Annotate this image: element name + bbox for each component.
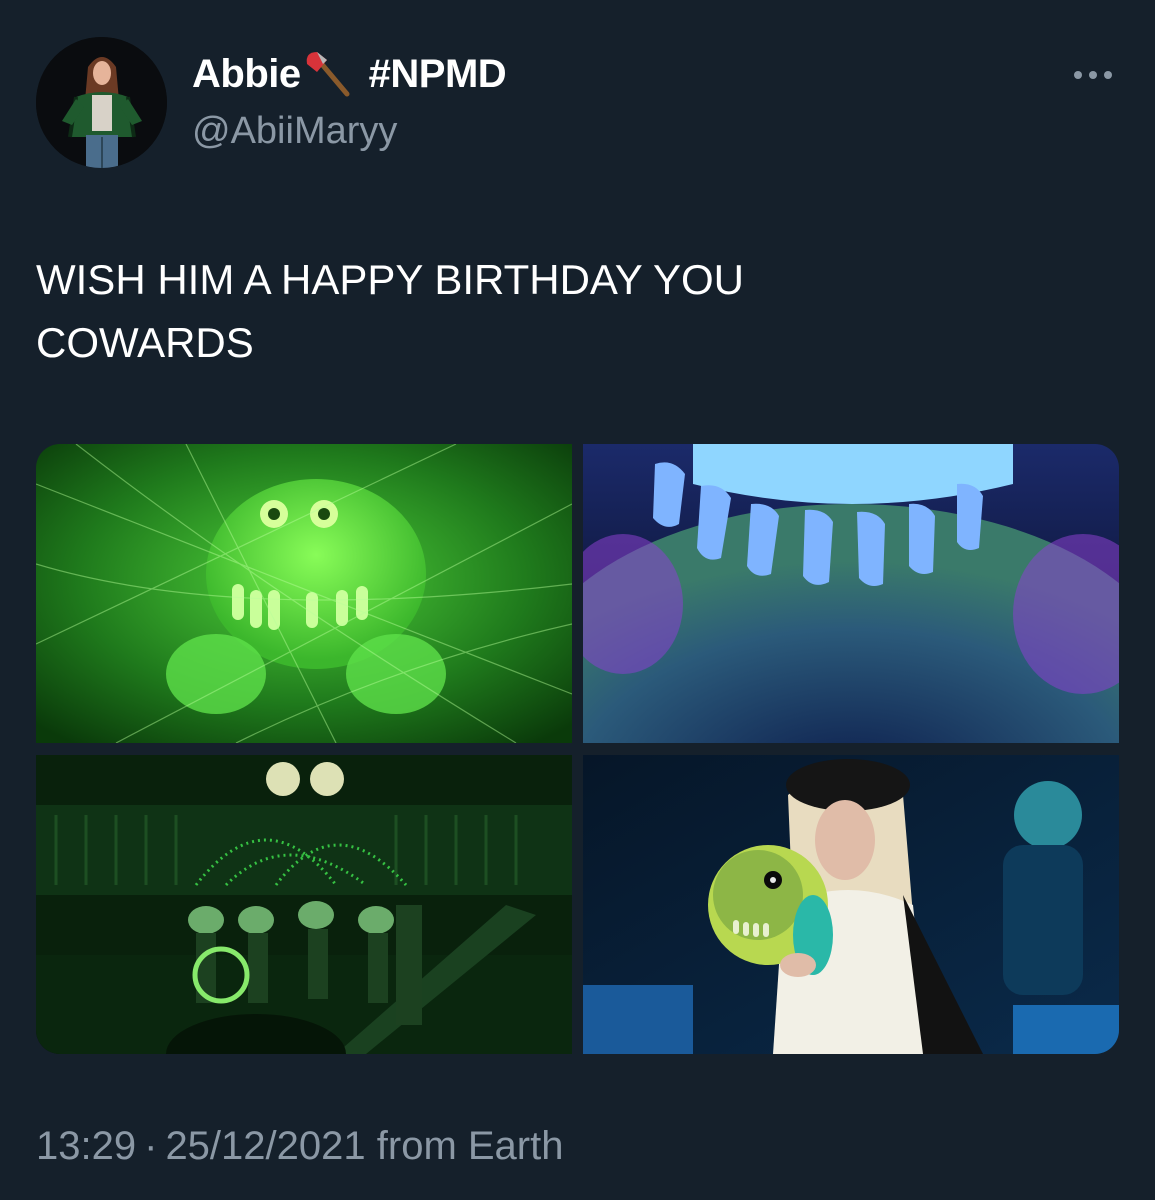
media-photo-1[interactable] (36, 444, 572, 743)
more-options-button[interactable] (1068, 60, 1118, 90)
tweet-timestamp[interactable]: 13:29 · 25/12/2021 from Earth (36, 1124, 563, 1169)
more-icon (1074, 71, 1112, 79)
tweet-source: from Earth (376, 1124, 564, 1168)
media-grid (36, 444, 1119, 1054)
tweet-date[interactable]: 25/12/2021 (165, 1124, 365, 1168)
author-display-name[interactable]: Abbie (192, 52, 301, 97)
axe-icon (303, 50, 355, 98)
author-hashtag[interactable]: #NPMD (369, 52, 507, 97)
author-handle[interactable]: @AbiiMaryy (192, 110, 397, 153)
media-photo-2[interactable] (583, 444, 1119, 743)
author-name-row[interactable]: Abbie #NPMD (192, 50, 507, 98)
media-photo-3[interactable] (36, 755, 572, 1054)
tweet-time[interactable]: 13:29 (36, 1124, 136, 1168)
separator-dot: · (144, 1124, 158, 1168)
avatar[interactable] (36, 37, 167, 168)
media-photo-4[interactable] (583, 755, 1119, 1054)
tweet-text: WISH HIM A HAPPY BIRTHDAY YOU COWARDS (36, 256, 744, 366)
tweet-detail: Abbie #NPMD @AbiiMaryy WISH HIM A HAPPY … (0, 0, 1155, 1200)
